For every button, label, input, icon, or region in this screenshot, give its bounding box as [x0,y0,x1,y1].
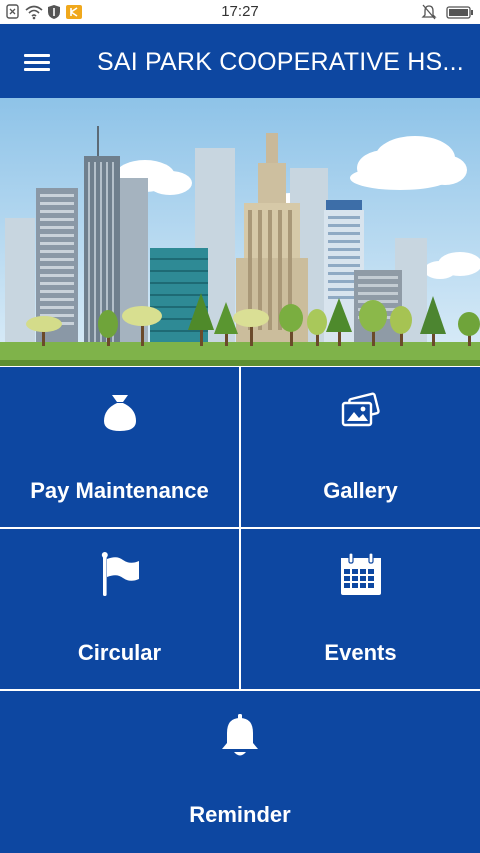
circular-label: Circular [77,640,162,665]
menu-icon[interactable] [14,39,60,85]
city-skyline-illustration [0,98,480,366]
events-label: Events [324,640,397,665]
money-bag-icon [100,389,140,438]
status-bar: 17:27 [0,0,480,24]
flag-icon [99,551,141,602]
calendar-icon [338,551,384,602]
reminder-button[interactable]: Reminder [0,691,480,853]
circular-button[interactable]: Circular [0,529,239,689]
reminder-label: Reminder [189,802,291,827]
mute-icon [421,4,437,20]
gallery-label: Gallery [323,478,398,503]
city-banner [0,98,480,366]
status-time: 17:27 [221,3,259,20]
gallery-button[interactable]: Gallery [241,367,480,527]
battery-icon [446,6,473,19]
app-title: SAI PARK COOPERATIVE HS... [97,48,464,76]
photos-icon [338,389,384,438]
pay-maintenance-button[interactable]: Pay Maintenance [0,367,239,527]
bell-icon [220,713,260,764]
events-button[interactable]: Events [241,529,480,689]
app-bar: SAI PARK COOPERATIVE HS... [0,24,480,98]
pay-maintenance-label: Pay Maintenance [30,478,209,503]
